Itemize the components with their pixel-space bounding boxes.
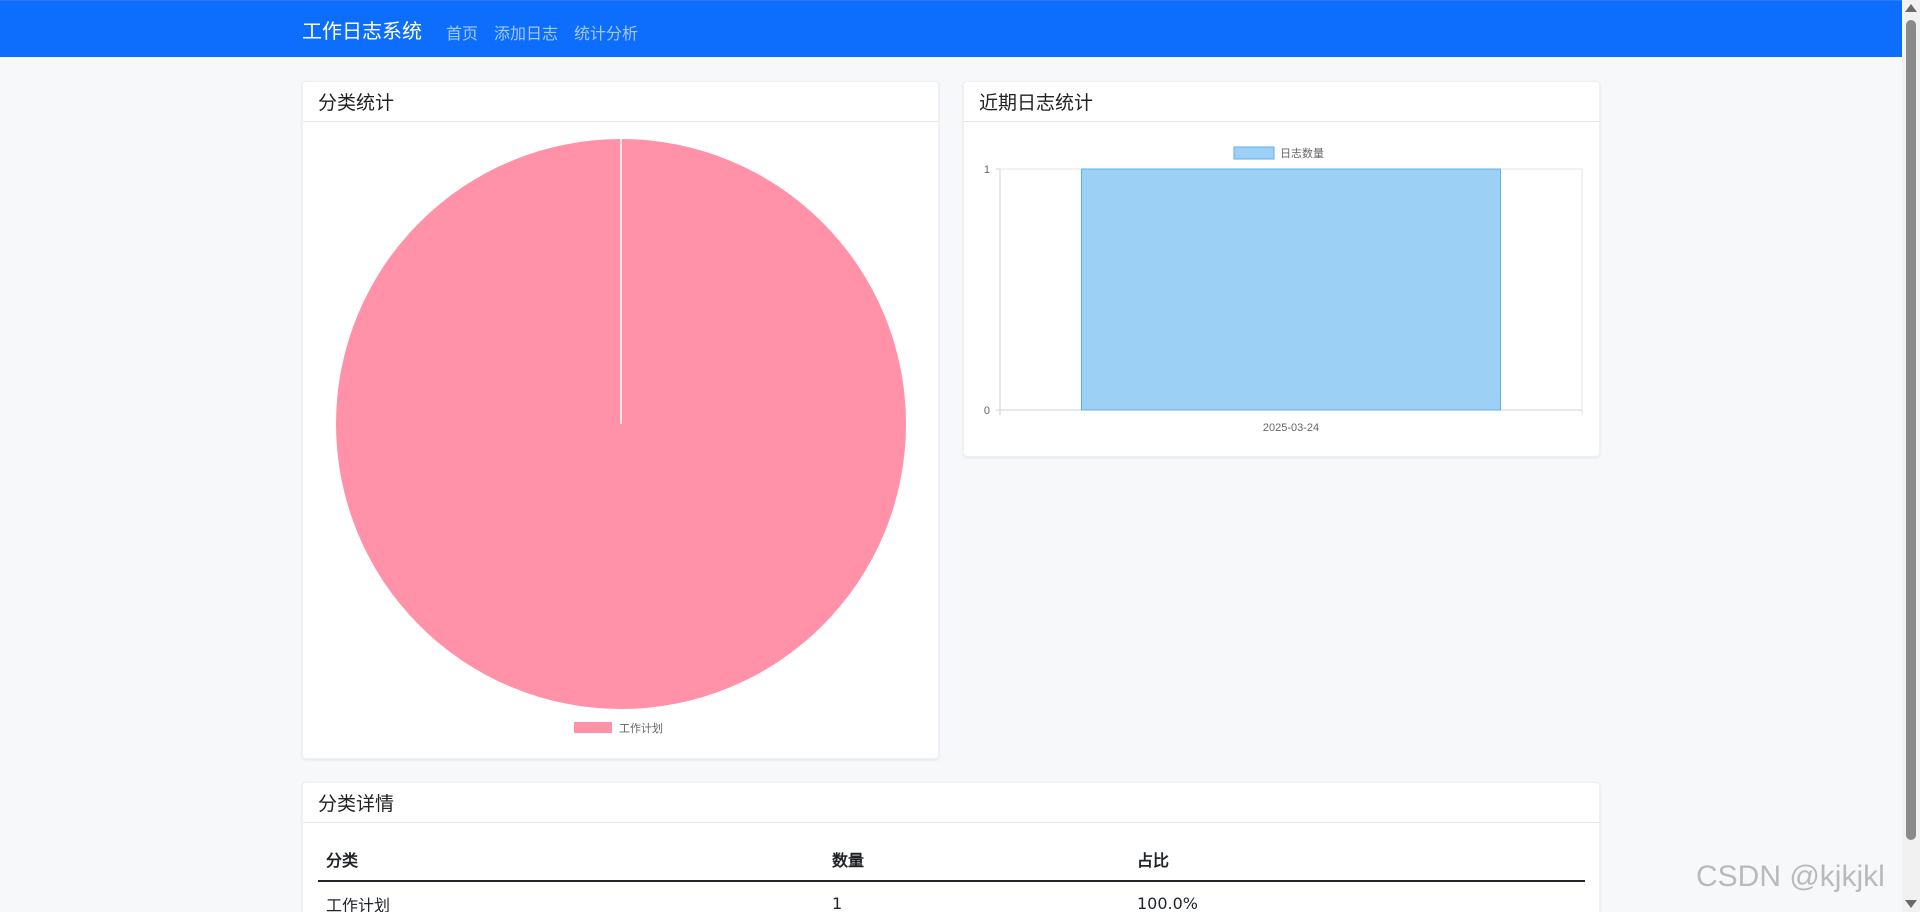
column-header-percent: 占比: [1129, 837, 1585, 882]
recent-logs-bar-chart: 日志数量 0 1 2025-03-24: [984, 146, 1583, 434]
x-tick-label: 2025-03-24: [1263, 422, 1319, 434]
table-row: 工作计划 1 100.0%: [318, 881, 1585, 912]
card-title: 分类统计: [303, 82, 938, 122]
card-title: 分类详情: [303, 783, 1599, 823]
category-stats-card: 分类统计 工作计划: [302, 81, 939, 759]
scroll-down-arrow-icon[interactable]: [1905, 900, 1917, 908]
card-title: 近期日志统计: [964, 82, 1599, 122]
table-header-row: 分类 数量 占比: [318, 837, 1585, 882]
vertical-scrollbar[interactable]: [1902, 0, 1920, 912]
nav-link-home[interactable]: 首页: [446, 20, 478, 44]
bar: [1080, 168, 1502, 411]
recent-logs-card: 近期日志统计 日志数量 0 1 2025-03-24: [963, 81, 1600, 457]
legend-label: 工作计划: [619, 722, 663, 735]
scroll-thumb[interactable]: [1906, 20, 1916, 840]
category-details-table: 分类 数量 占比 工作计划 1 100.0%: [318, 837, 1585, 912]
y-tick-label: 1: [984, 164, 990, 176]
table-cell-category: 工作计划: [326, 895, 391, 912]
column-header-count: 数量: [824, 837, 1129, 882]
y-tick-label: 0: [984, 405, 990, 417]
category-pie-chart: 工作计划: [336, 139, 906, 735]
legend-label: 日志数量: [1280, 147, 1324, 160]
watermark: CSDN @kjkjkl: [1696, 860, 1885, 893]
nav-link-add-log[interactable]: 添加日志: [494, 20, 558, 44]
column-header-category: 分类: [318, 837, 824, 882]
scroll-up-arrow-icon[interactable]: [1905, 4, 1917, 12]
brand-logo-text[interactable]: 工作日志系统: [302, 15, 422, 44]
table-cell-count: 1: [832, 894, 843, 912]
top-navbar: 工作日志系统 首页 添加日志 统计分析: [0, 0, 1902, 57]
category-details-card: 分类详情 分类 数量 占比 工作计划 1 100.0%: [302, 782, 1600, 912]
legend-swatch: [574, 722, 612, 733]
table-cell-percent: 100.0%: [1137, 894, 1199, 912]
legend-swatch: [1233, 146, 1275, 160]
nav-link-statistics[interactable]: 统计分析: [574, 20, 638, 44]
